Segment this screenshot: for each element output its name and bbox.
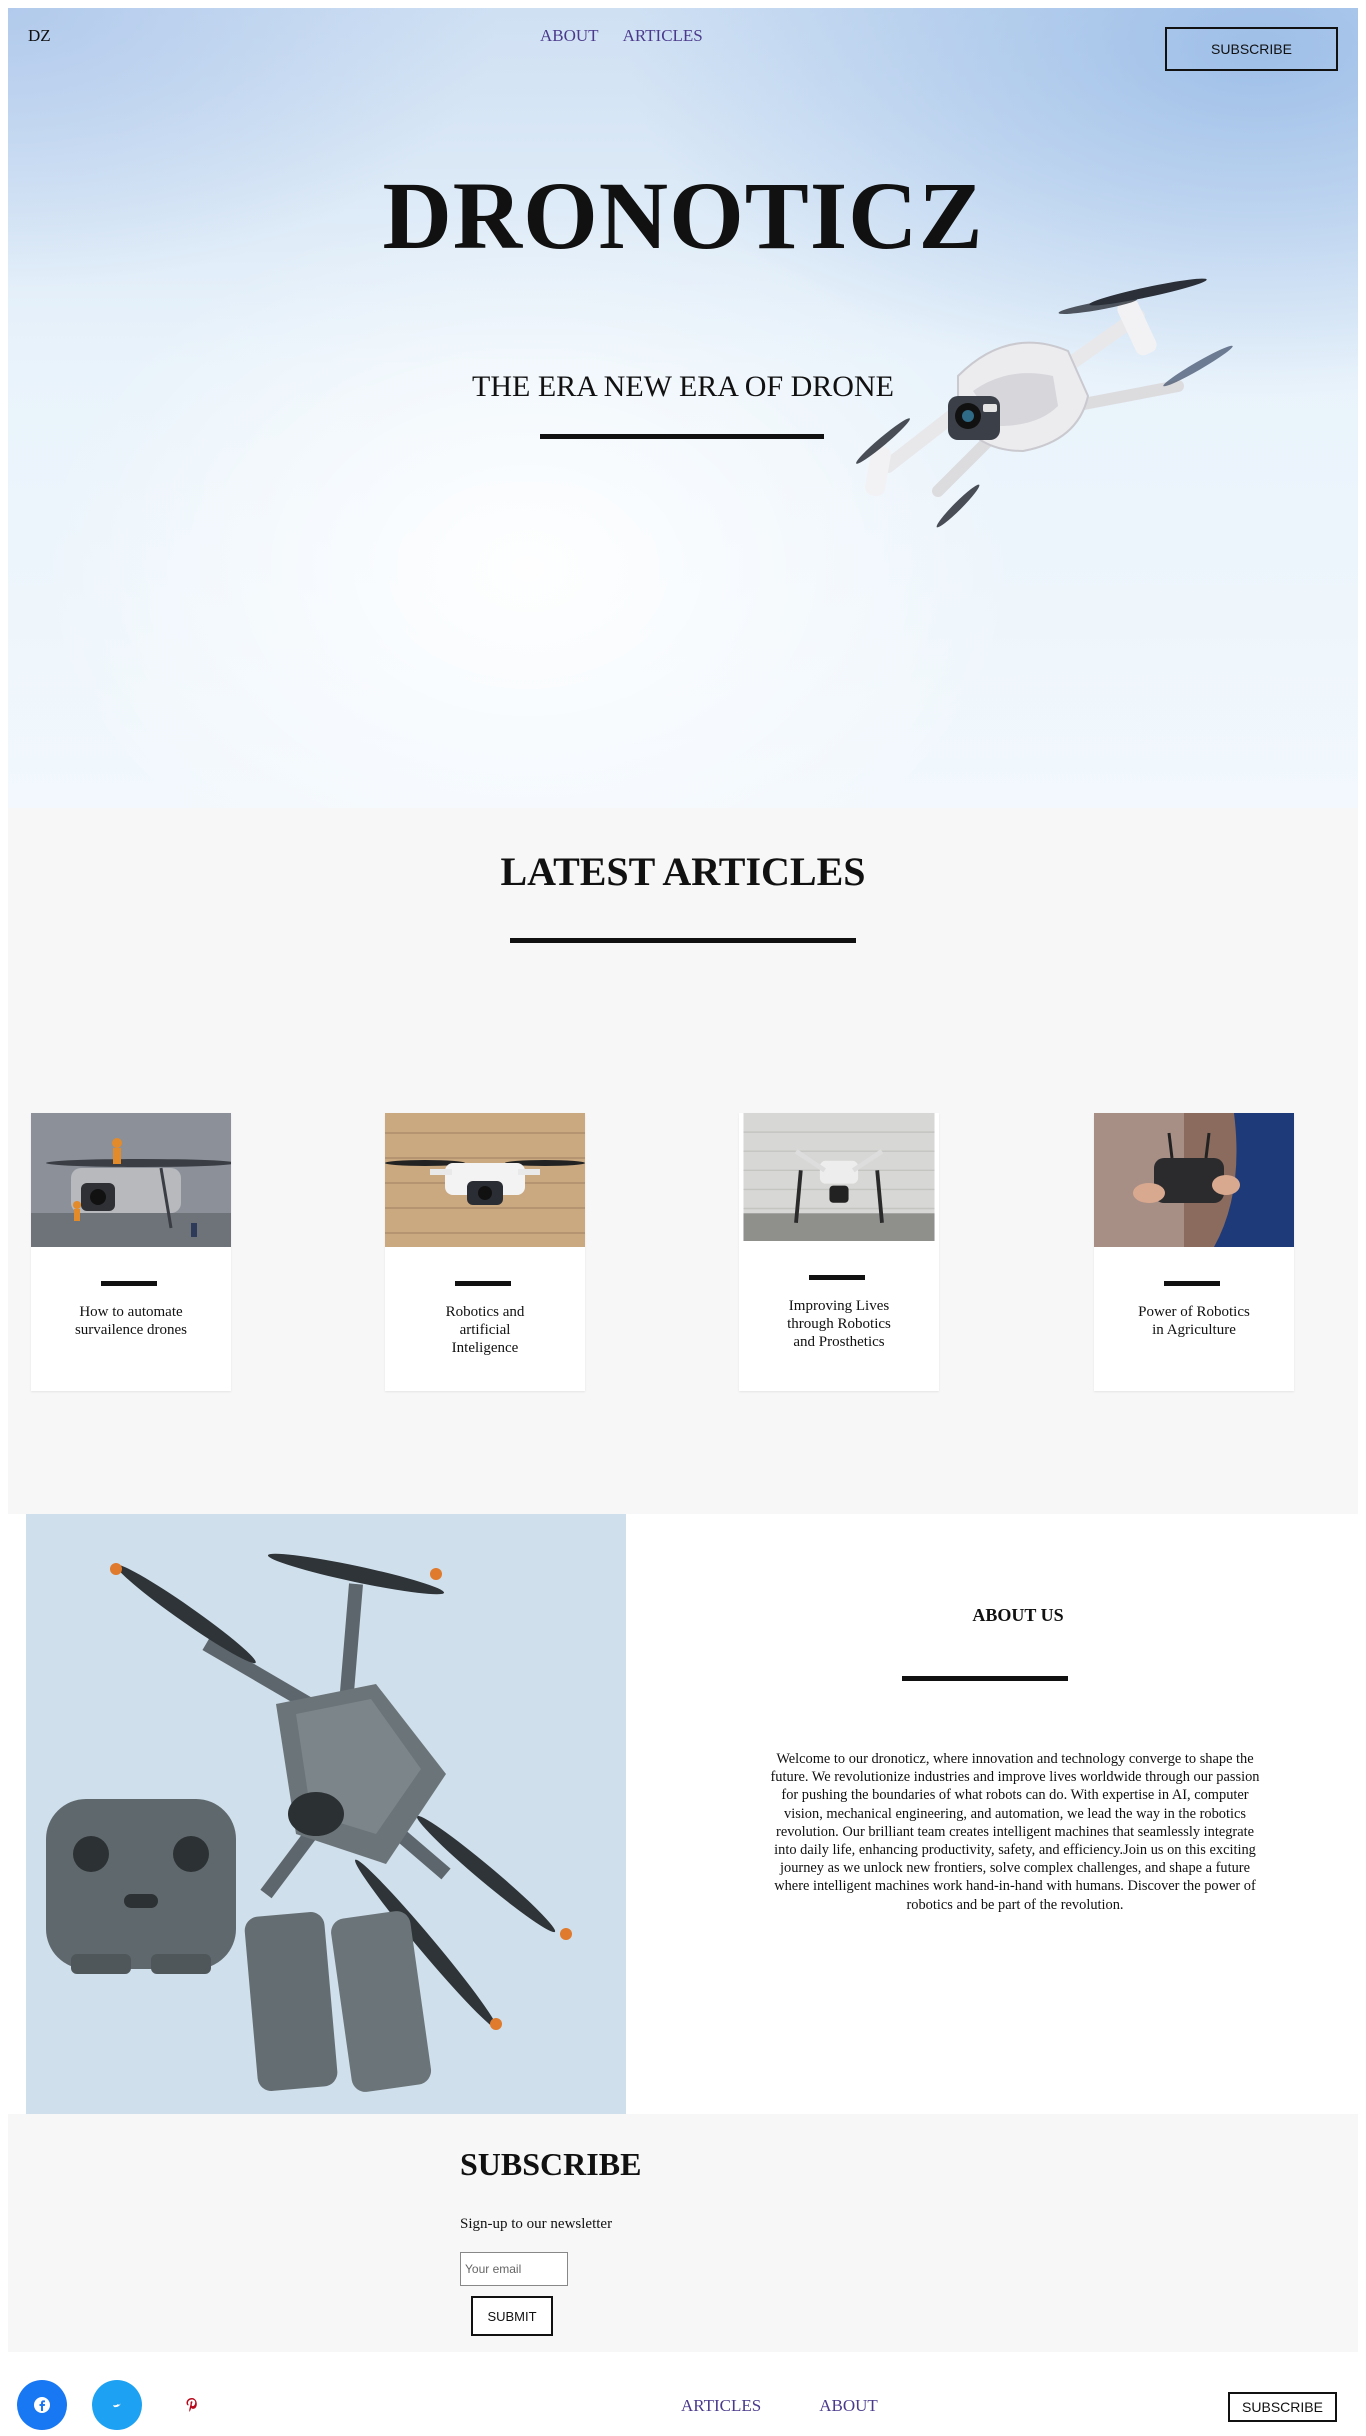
subscribe-title: SUBSCRIBE [460,2146,642,2182]
hero-title: DRONOTICZ [382,162,984,269]
pinterest-link[interactable] [167,2380,217,2430]
footer: ARTICLES ABOUT SUBSCRIBE [0,2352,1366,2436]
article-divider [1164,1281,1220,1286]
about-section: ABOUT US Welcome to our dronoticz, where… [8,1514,1358,2114]
article-image [743,1113,935,1241]
nav-link-articles[interactable]: ARTICLES [623,26,703,46]
email-input[interactable] [460,2252,568,2286]
article-divider [101,1281,157,1286]
submit-button[interactable]: SUBMIT [471,2296,553,2336]
top-nav: ABOUT ARTICLES [540,26,703,46]
hero-divider [540,434,824,439]
article-title: Improving Lives through Robotics and Pro… [787,1298,891,1350]
footer-link-about[interactable]: ABOUT [819,2396,878,2416]
about-description: Welcome to our dronoticz, where innovati… [770,1751,1260,1913]
hero-subtitle: THE ERA NEW ERA OF DRONE [472,370,894,403]
facebook-icon [34,2397,50,2413]
article-title: Power of Robotics in Agriculture [1138,1304,1250,1338]
articles-title: LATEST ARTICLES [500,849,866,894]
hero-section: DZ ABOUT ARTICLES SUBSCRIBE DRONOTICZ TH… [8,8,1358,808]
twitter-icon [113,2403,121,2408]
article-image [1094,1113,1294,1247]
articles-divider [510,938,856,943]
twitter-link[interactable] [92,2380,142,2430]
footer-nav: ARTICLES ABOUT [681,2396,878,2416]
article-image [385,1113,585,1247]
header-subscribe-button[interactable]: SUBSCRIBE [1165,27,1338,71]
article-card[interactable]: Power of Robotics in Agriculture [1094,1113,1294,1391]
article-image [31,1113,231,1247]
article-card[interactable]: Improving Lives through Robotics and Pro… [739,1113,939,1391]
article-card[interactable]: Robotics and artificial Inteligence [385,1113,585,1391]
footer-subscribe-button[interactable]: SUBSCRIBE [1228,2392,1337,2422]
article-divider [809,1275,865,1280]
facebook-link[interactable] [17,2380,67,2430]
pinterest-icon [186,2398,197,2412]
article-title: Robotics and artificial Inteligence [445,1304,525,1356]
about-divider [902,1676,1068,1681]
latest-articles-section: LATEST ARTICLES How to automate survaile… [8,808,1358,1514]
nav-link-about[interactable]: ABOUT [540,26,599,46]
article-divider [455,1281,511,1286]
about-title: ABOUT US [972,1605,1064,1625]
article-title: How to automate survailence drones [74,1304,188,1338]
subscribe-description: Sign-up to our newsletter [460,2216,613,2232]
about-drone-image [26,1514,626,2114]
article-card[interactable]: How to automate survailence drones [31,1113,231,1391]
page: DZ ABOUT ARTICLES SUBSCRIBE DRONOTICZ TH… [0,0,1366,2436]
subscribe-section: SUBSCRIBE Sign-up to our newsletter SUBM… [8,2114,1358,2352]
footer-link-articles[interactable]: ARTICLES [681,2396,761,2416]
site-logo[interactable]: DZ [28,26,51,46]
